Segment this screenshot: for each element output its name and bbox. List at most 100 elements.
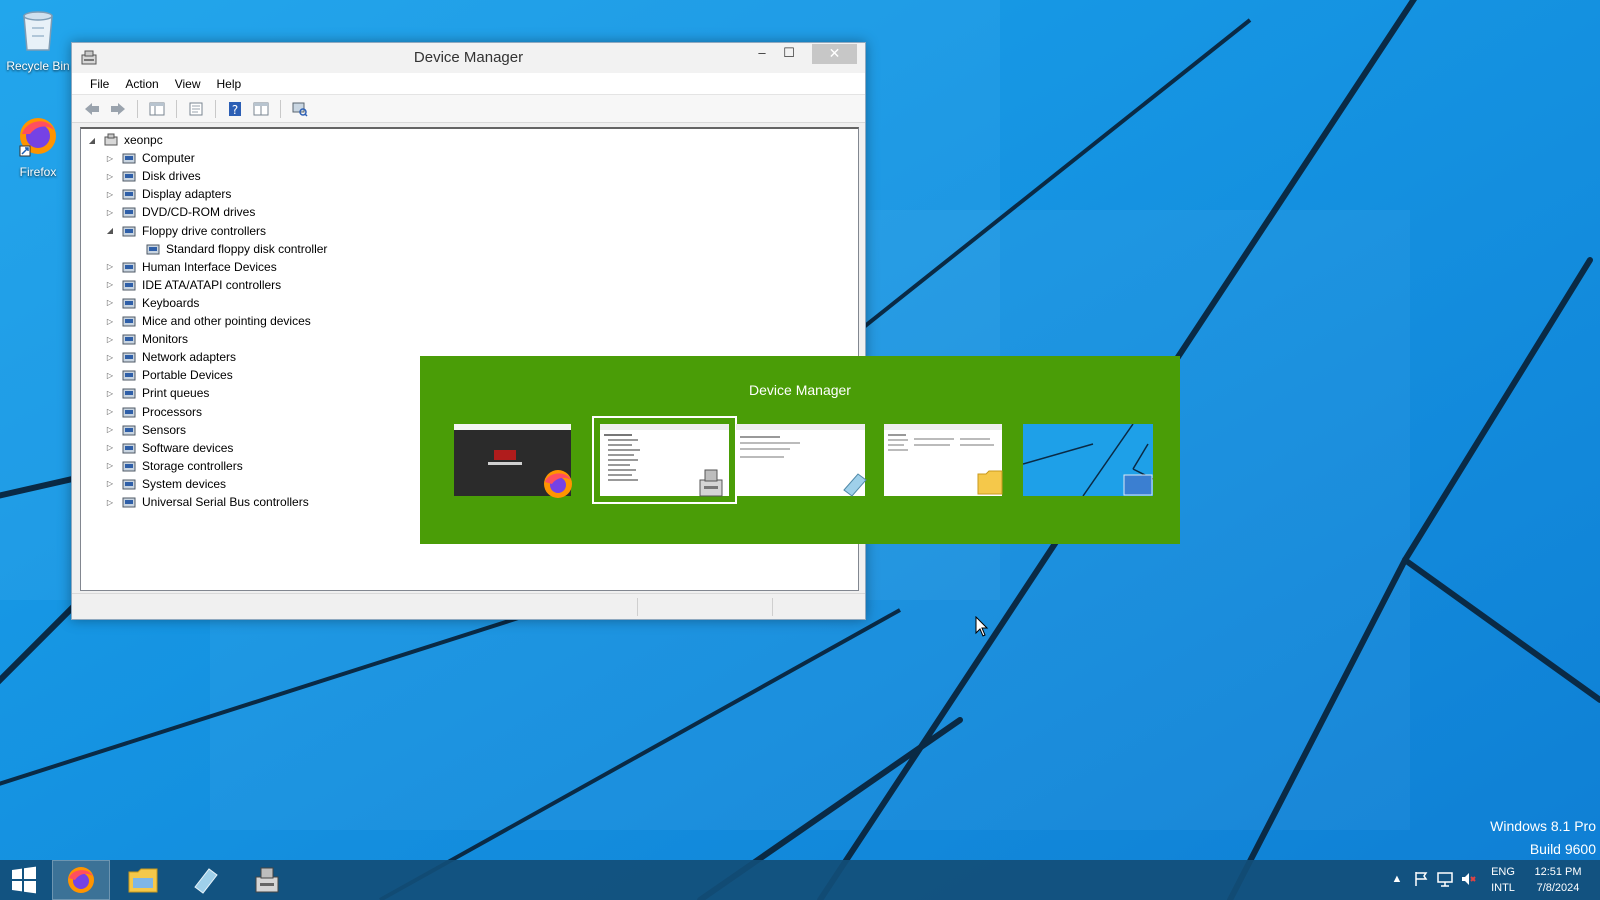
expand-arrow-icon[interactable]: ▷ [105,461,115,470]
expand-arrow-icon[interactable]: ▷ [105,371,115,380]
tree-node-label: Portable Devices [142,368,233,383]
tree-node[interactable]: ▷ DVD/CD-ROM drives [105,203,255,221]
tree-node[interactable]: ▷ Universal Serial Bus controllers [105,493,309,511]
tree-child-node[interactable]: Standard floppy disk controller [145,240,327,258]
start-button[interactable] [8,866,40,894]
taskbar-device-manager[interactable] [238,860,296,900]
expand-arrow-icon[interactable]: ▷ [105,353,115,362]
window-title: Device Manager [413,49,524,66]
tree-node[interactable]: ▷ Mice and other pointing devices [105,312,311,330]
tree-node[interactable]: ▷ Computer [105,149,195,167]
properties-button[interactable] [186,99,206,119]
expand-arrow-icon[interactable]: ▷ [105,190,115,199]
maximize-button[interactable]: ☐ [775,44,803,64]
tree-node[interactable]: ▷ Disk drives [105,167,201,185]
taskbar-firefox[interactable] [52,860,110,900]
switcher-thumb-notepad[interactable] [736,424,867,497]
switcher-thumb-firefox[interactable] [454,424,572,498]
back-icon [85,102,99,115]
toolbar-separator [137,99,138,118]
tree-node[interactable]: ▷ Human Interface Devices [105,258,277,276]
tree-node[interactable]: ▷ System devices [105,475,226,493]
tree-node[interactable]: ◢ Floppy drive controllers [105,222,266,240]
collapse-arrow-icon[interactable]: ◢ [87,136,97,145]
tree-node[interactable]: ▷ Keyboards [105,294,199,312]
input-language[interactable]: ENG INTL [1488,864,1518,896]
title-bar[interactable]: Device Manager – ☐ ✕ [72,43,865,73]
tree-node[interactable]: ▷ Software devices [105,439,233,457]
collapse-arrow-icon[interactable]: ◢ [105,226,115,235]
forward-button[interactable] [108,99,128,119]
expand-arrow-icon[interactable]: ▷ [105,407,115,416]
tree-node[interactable]: ▷ Sensors [105,421,186,439]
menu-view[interactable]: View [167,77,209,91]
tree-node-label: Computer [142,151,195,166]
close-button[interactable]: ✕ [812,44,857,64]
expand-arrow-icon[interactable]: ▷ [105,262,115,271]
expand-arrow-icon[interactable]: ▷ [105,280,115,289]
menu-file[interactable]: File [82,77,117,91]
tree-child-label: Standard floppy disk controller [166,241,328,256]
toolbar-separator [280,99,281,118]
scan-hardware-button[interactable] [290,99,310,119]
show-hide-tree-icon [149,102,165,115]
tree-node[interactable]: ▷ Print queues [105,384,209,402]
expand-arrow-icon[interactable]: ▷ [105,443,115,452]
language-code: ENG [1491,866,1515,878]
device-category-icon [122,226,136,236]
tree-node-label: Sensors [142,422,187,437]
network-icon[interactable] [1436,870,1454,888]
expand-arrow-icon[interactable]: ▷ [105,208,115,217]
tree-node-label: Universal Serial Bus controllers [142,495,309,509]
action-center-flag-icon[interactable] [1412,870,1430,888]
show-hide-console-tree-button[interactable] [147,99,167,119]
tree-node[interactable]: ▷ Monitors [105,330,188,348]
menu-bar: File Action View Help [72,73,865,95]
clock[interactable]: 12:51 PM 7/8/2024 [1526,864,1590,896]
minimize-button[interactable]: – [748,44,776,64]
show-hidden-icons-arrow[interactable]: ▲ [1388,870,1406,888]
tree-node-label: Human Interface Devices [142,259,277,274]
tree-node[interactable]: ▷ Storage controllers [105,457,243,475]
status-divider [772,598,773,616]
expand-arrow-icon[interactable]: ▷ [105,154,115,163]
expand-arrow-icon[interactable]: ▷ [105,425,115,434]
menu-help[interactable]: Help [209,77,250,91]
desktop-icon [1123,474,1153,496]
expand-arrow-icon[interactable]: ▷ [105,498,115,507]
tree-node[interactable]: ▷ Processors [105,403,202,421]
switcher-thumb-device-manager[interactable] [592,416,737,504]
status-divider [637,598,638,616]
expand-arrow-icon[interactable]: ▷ [105,389,115,398]
tree-root[interactable]: ◢ xeonpc [87,131,163,149]
properties-icon [189,102,203,115]
desktop-icon-recycle-bin[interactable]: Recycle Bin [0,6,76,73]
taskbar-file-explorer[interactable] [114,860,172,900]
expand-arrow-icon[interactable]: ▷ [105,317,115,326]
forward-icon [111,102,125,115]
scan-hardware-icon [292,102,308,117]
notepad-icon [843,473,867,497]
desktop-icon-firefox[interactable]: Firefox [0,112,76,179]
clock-date: 7/8/2024 [1536,882,1580,894]
windows-watermark: Windows 8.1 Pro Build 9600 [1490,815,1596,861]
expand-arrow-icon[interactable]: ▷ [105,335,115,344]
expand-arrow-icon[interactable]: ▷ [105,479,115,488]
menu-action[interactable]: Action [117,77,166,91]
switcher-thumb-file-explorer[interactable] [884,424,1003,496]
tree-node[interactable]: ▷ Display adapters [105,185,231,203]
tree-node[interactable]: ▷ Portable Devices [105,366,233,384]
volume-muted-icon[interactable] [1460,870,1478,888]
device-category-icon [122,461,136,472]
device-category-icon [122,207,136,218]
tree-node[interactable]: ▷ IDE ATA/ATAPI controllers [105,276,281,294]
expand-arrow-icon[interactable]: ▷ [105,172,115,181]
help-button[interactable]: ? [225,99,245,119]
taskbar-notepad[interactable] [176,860,234,900]
expand-arrow-icon[interactable]: ▷ [105,298,115,307]
switcher-thumb-desktop[interactable] [1023,424,1153,496]
device-category-icon [122,280,136,291]
back-button[interactable] [82,99,102,119]
tree-node[interactable]: ▷ Network adapters [105,348,236,366]
console-view-button[interactable] [251,99,271,119]
